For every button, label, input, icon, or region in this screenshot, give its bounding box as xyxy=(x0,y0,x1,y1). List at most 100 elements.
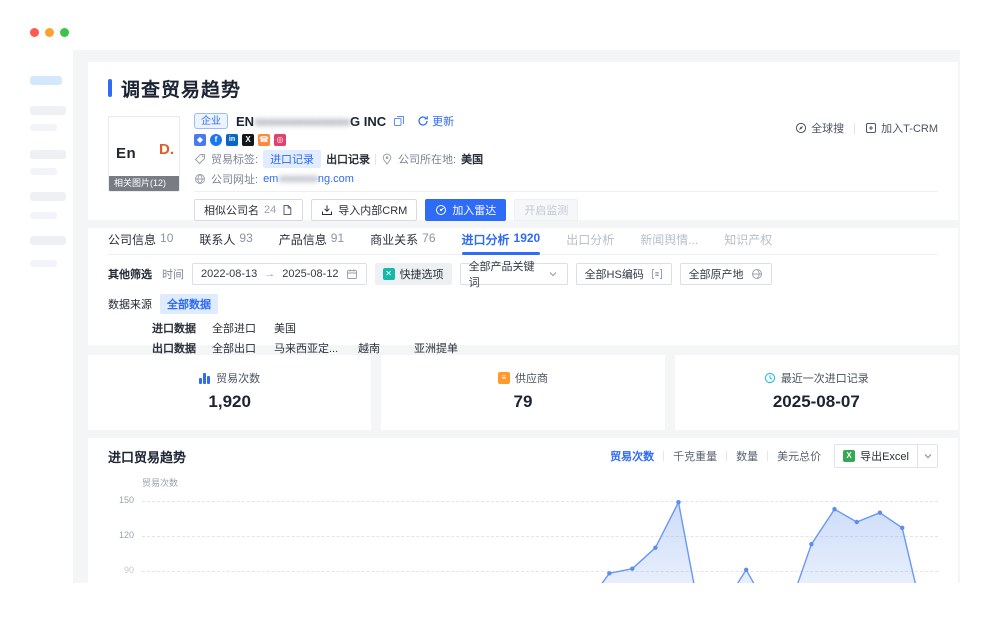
import-data-label: 进口数据 xyxy=(152,320,212,336)
sidebar-item[interactable] xyxy=(30,150,66,159)
import-source-us[interactable]: 美国 xyxy=(274,320,296,336)
location-icon xyxy=(381,153,393,165)
x-twitter-icon[interactable]: X xyxy=(242,134,254,146)
similar-company-button[interactable]: 相似公司名 24 xyxy=(194,199,303,221)
company-name-redacted: ●●●●●●●●●●●●●● xyxy=(254,114,350,129)
data-point[interactable] xyxy=(832,507,836,511)
website-redacted: ●●●●●●● xyxy=(278,173,318,185)
tab-products[interactable]: 产品信息91 xyxy=(279,231,344,254)
export-data-label: 出口数据 xyxy=(152,340,212,356)
sidebar-item[interactable] xyxy=(30,236,66,245)
export-source-vietnam[interactable]: 越南 xyxy=(358,340,400,356)
data-point[interactable] xyxy=(900,526,904,530)
related-images-label[interactable]: 相关图片(12) xyxy=(109,176,179,191)
data-point[interactable] xyxy=(630,567,634,571)
close-window-button[interactable] xyxy=(30,28,39,37)
tab-intellectual-property[interactable]: 知识产权 xyxy=(724,231,772,254)
tab-import-analysis[interactable]: 进口分析1920 xyxy=(462,231,541,254)
enterprise-badge: 企业 xyxy=(194,113,228,129)
company-name: EN●●●●●●●●●●●●●●G INC xyxy=(236,114,386,129)
company-logo: En D. 相关图片(12) xyxy=(108,116,180,192)
data-point[interactable] xyxy=(855,520,859,524)
data-source-label: 数据来源 xyxy=(108,296,160,312)
data-point[interactable] xyxy=(744,568,748,572)
toggle-quantity[interactable]: 数量 xyxy=(736,448,758,464)
export-group: X 导出Excel xyxy=(834,444,938,468)
data-point[interactable] xyxy=(878,511,882,515)
bar-chart-icon xyxy=(199,373,211,384)
trend-chart[interactable]: 贸易次数 150 120 90 xyxy=(108,474,938,583)
global-search-button[interactable]: 全球搜 xyxy=(795,120,844,136)
company-website-link[interactable]: em●●●●●●●ng.com xyxy=(263,173,354,185)
refresh-button[interactable]: 更新 xyxy=(417,113,454,129)
analysis-section: 公司信息10 联系人93 产品信息91 商业关系76 进口分析1920 出口分析… xyxy=(88,228,958,345)
date-range-input[interactable]: 2022-08-13 → 2025-08-12 xyxy=(192,263,367,285)
tab-contacts[interactable]: 联系人93 xyxy=(199,231,252,254)
website-label: 公司网址: xyxy=(211,171,258,187)
divider xyxy=(854,123,855,134)
export-dropdown-button[interactable] xyxy=(917,445,937,467)
product-keywords-select[interactable]: 全部产品关键词 xyxy=(460,263,568,285)
location-label: 公司所在地: xyxy=(398,151,456,167)
start-monitoring-button[interactable]: 开启监测 xyxy=(514,199,578,221)
hs-code-select[interactable]: 全部HS编码 xyxy=(576,263,672,285)
join-tcrm-button[interactable]: 加入T-CRM xyxy=(865,120,938,136)
document-icon xyxy=(281,204,293,216)
maximize-window-button[interactable] xyxy=(60,28,69,37)
quick-options-button[interactable]: ✕ 快捷选项 xyxy=(375,263,452,285)
data-point[interactable] xyxy=(607,571,611,575)
data-source-row: 数据来源 全部数据 xyxy=(108,294,938,314)
sidebar-item[interactable] xyxy=(30,168,57,175)
sidebar-item[interactable] xyxy=(30,106,66,115)
data-point[interactable] xyxy=(676,500,680,504)
import-crm-button[interactable]: 导入内部CRM xyxy=(311,199,417,221)
tab-business-relations[interactable]: 商业关系76 xyxy=(370,231,435,254)
linkedin-icon[interactable]: in xyxy=(226,134,238,146)
calendar-icon xyxy=(346,268,358,280)
sidebar xyxy=(0,50,73,629)
compass-icon xyxy=(795,122,807,134)
export-source-asia-bl[interactable]: 亚洲提单 xyxy=(414,340,458,356)
import-source-all[interactable]: 全部进口 xyxy=(212,320,260,336)
origin-select[interactable]: 全部原产地 xyxy=(680,263,772,285)
export-records-tag[interactable]: 出口记录 xyxy=(326,151,370,167)
minimize-window-button[interactable] xyxy=(45,28,54,37)
origin-globe-icon xyxy=(751,268,763,280)
toggle-kg-weight[interactable]: 千克重量 xyxy=(673,448,717,464)
sidebar-item-active[interactable] xyxy=(30,76,62,85)
supplier-icon: ≡ xyxy=(498,372,510,384)
y-tick-90: 90 xyxy=(108,565,134,575)
sidebar-item[interactable] xyxy=(30,192,66,201)
company-section: 调查贸易趋势 全球搜 加入T-CRM En D. 相关图片(12) 企业 xyxy=(88,62,958,220)
toggle-usd-total[interactable]: 美元总价 xyxy=(777,448,821,464)
export-excel-button[interactable]: X 导出Excel xyxy=(835,445,917,467)
tab-export-analysis[interactable]: 出口分析 xyxy=(566,231,614,254)
export-source-all[interactable]: 全部出口 xyxy=(212,340,260,356)
all-data-chip[interactable]: 全部数据 xyxy=(160,294,218,314)
chart-controls: 贸易次数 千克重量 数量 美元总价 X 导出Excel xyxy=(610,444,938,468)
sidebar-item[interactable] xyxy=(30,124,57,131)
sidebar-item[interactable] xyxy=(30,260,57,267)
tab-news-sentiment[interactable]: 新闻舆情... xyxy=(640,231,698,254)
join-radar-button[interactable]: 加入雷达 xyxy=(425,199,506,221)
data-point[interactable] xyxy=(653,546,657,550)
data-point[interactable] xyxy=(809,542,813,546)
phone-icon[interactable]: ☎ xyxy=(258,134,270,146)
tab-company-info[interactable]: 公司信息10 xyxy=(108,231,173,254)
tag-icon xyxy=(194,153,206,165)
trend-line-chart xyxy=(142,474,938,583)
sidebar-item[interactable] xyxy=(30,212,57,219)
stat-cards: 贸易次数 1,920 ≡ 供应商 79 最近一次进口记录 2025-08-07 xyxy=(88,355,958,430)
facebook-icon[interactable]: f xyxy=(210,134,222,146)
instagram-icon[interactable]: ◎ xyxy=(274,134,286,146)
stat-label: 供应商 xyxy=(515,370,548,386)
date-end: 2025-08-12 xyxy=(282,268,338,280)
date-arrow: → xyxy=(264,268,275,280)
radar-icon xyxy=(435,204,447,216)
trade-label-title: 贸易标签: xyxy=(211,151,258,167)
toggle-trade-count[interactable]: 贸易次数 xyxy=(610,448,654,464)
import-records-tag[interactable]: 进口记录 xyxy=(263,150,321,168)
copy-name-button[interactable] xyxy=(393,115,405,127)
export-source-malaysia[interactable]: 马来西亚定... xyxy=(274,340,344,356)
website-social-icon[interactable]: ◆ xyxy=(194,134,206,146)
